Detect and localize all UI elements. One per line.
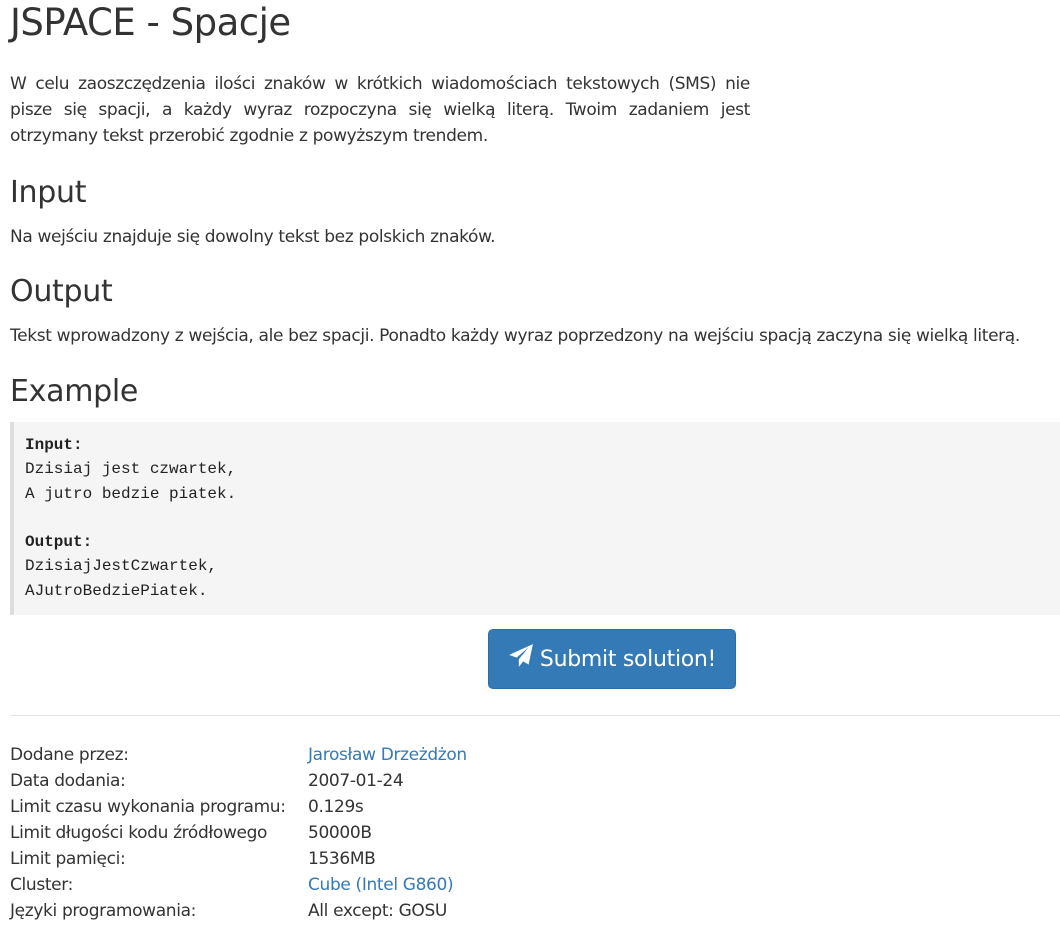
info-label: Limit długości kodu źródłowego — [10, 823, 268, 843]
input-description: Na wejściu znajduje się dowolny tekst be… — [10, 227, 496, 247]
example-output-label: Output: — [25, 533, 93, 552]
info-value: 50000B — [308, 823, 372, 843]
section-divider — [10, 715, 1060, 716]
info-row-languages: Języki programowania: All except: GOSU — [10, 898, 710, 924]
example-code-block: Input: Dzisiaj jest czwartek, A jutro be… — [10, 422, 1060, 615]
example-input-label: Input: — [25, 436, 83, 454]
output-heading: Output — [10, 274, 113, 309]
info-value: All except: GOSU — [308, 901, 447, 921]
submit-solution-label: Submit solution! — [539, 646, 717, 672]
example-heading: Example — [10, 374, 139, 409]
info-label: Cluster: — [10, 875, 73, 895]
info-row-cluster: Cluster: Cube (Intel G860) — [10, 872, 710, 898]
info-label: Limit czasu wykonania programu: — [10, 797, 286, 817]
example-input-text: Dzisiaj jest czwartek, A jutro bedzie pi… — [25, 460, 237, 503]
info-row-code-limit: Limit długości kodu źródłowego 50000B — [10, 820, 710, 846]
info-row-memory-limit: Limit pamięci: 1536MB — [10, 846, 710, 872]
input-heading: Input — [10, 175, 87, 210]
problem-page: JSPACE - Spacje W celu zaoszczędzenia il… — [0, 0, 1060, 930]
cluster-link[interactable]: Cube (Intel G860) — [308, 872, 454, 898]
info-label: Języki programowania: — [10, 901, 197, 921]
submit-solution-button[interactable]: Submit solution! — [488, 629, 736, 689]
info-row-date: Data dodania: 2007-01-24 — [10, 768, 710, 794]
output-description: Tekst wprowadzony z wejścia, ale bez spa… — [10, 326, 1020, 346]
info-value: 2007-01-24 — [308, 771, 404, 791]
problem-description: W celu zaoszczędzenia ilości znaków w kr… — [10, 74, 750, 146]
example-output-text: DzisiajJestCzwartek, AJutroBedziePiatek. — [25, 557, 218, 600]
info-label: Dodane przez: — [10, 745, 129, 765]
info-value: 1536MB — [308, 849, 376, 869]
info-label: Data dodania: — [10, 771, 126, 791]
info-row-author: Dodane przez: Jarosław Drzeżdżon — [10, 742, 710, 768]
info-label: Limit pamięci: — [10, 849, 126, 869]
page-title: JSPACE - Spacje — [10, 1, 291, 44]
paper-plane-icon — [508, 643, 534, 675]
info-value: 0.129s — [308, 797, 364, 817]
problem-info-table: Dodane przez: Jarosław Drzeżdżon Data do… — [10, 742, 710, 924]
info-row-time-limit: Limit czasu wykonania programu: 0.129s — [10, 794, 710, 820]
author-link[interactable]: Jarosław Drzeżdżon — [308, 742, 467, 768]
